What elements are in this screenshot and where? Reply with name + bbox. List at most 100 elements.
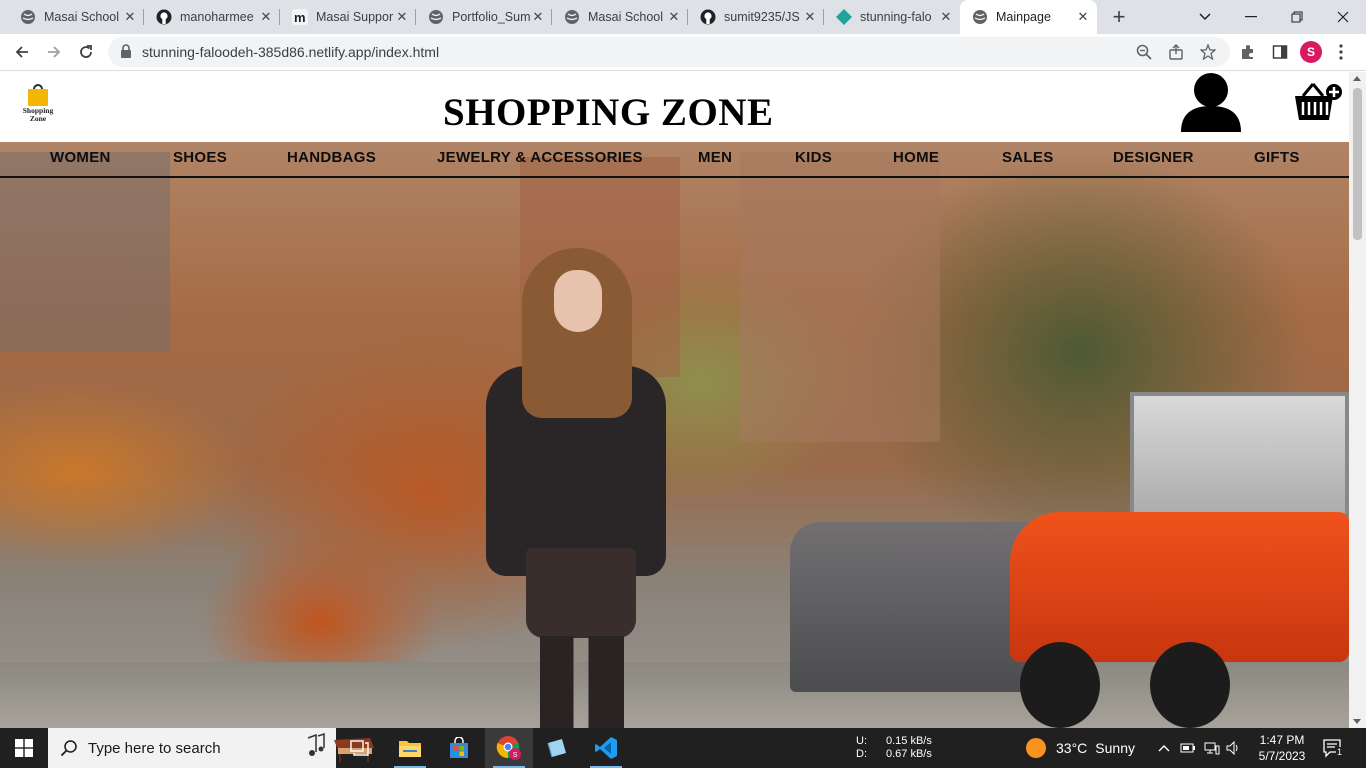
browser-toolbar: stunning-faloodeh-385d86.netlify.app/ind… (0, 34, 1366, 71)
browser-tab[interactable]: m Masai Suppor ✕ (280, 0, 416, 34)
minimize-button[interactable] (1228, 0, 1274, 34)
network-speed: U: 0.15 kB/s D: 0.67 kB/s (856, 735, 932, 761)
globe-icon (564, 9, 580, 25)
forward-button[interactable] (40, 38, 68, 66)
user-account-icon[interactable] (1180, 72, 1242, 132)
nav-item-kids[interactable]: KIDS (795, 149, 832, 166)
tab-title: Masai School (44, 10, 120, 24)
app-button[interactable] (533, 728, 581, 768)
notification-button[interactable]: 1 (1322, 738, 1344, 758)
browser-tab[interactable]: Masai School ✕ (8, 0, 144, 34)
close-window-button[interactable] (1320, 0, 1366, 34)
tab-title: Portfolio_Sum (452, 10, 530, 24)
close-icon (1337, 11, 1349, 23)
taskbar-search[interactable]: Type here to search (48, 728, 374, 768)
svg-text:S: S (513, 752, 518, 759)
nav-item-gifts[interactable]: GIFTS (1254, 149, 1300, 166)
bookmark-star-icon[interactable] (1198, 42, 1218, 62)
site-header: Shopping Zone SHOPPING ZONE (0, 72, 1349, 142)
close-icon[interactable]: ✕ (802, 9, 818, 25)
shopping-bag-icon (28, 84, 48, 106)
volume-icon[interactable] (1226, 740, 1242, 756)
search-icon (60, 740, 77, 757)
github-icon (156, 9, 172, 25)
store-bag-icon (450, 737, 468, 758)
new-tab-button[interactable]: + (1106, 4, 1132, 29)
nav-item-shoes[interactable]: SHOES (173, 149, 227, 166)
nav-item-handbags[interactable]: HANDBAGS (287, 149, 376, 166)
browser-tab[interactable]: sumit9235/JS ✕ (688, 0, 824, 34)
clock-date: 5/7/2023 (1258, 749, 1306, 763)
page-title: SHOPPING ZONE (443, 91, 774, 134)
page-viewport: Shopping Zone SHOPPING ZONE WOMEN SHOES … (0, 72, 1349, 728)
cart-add-icon[interactable] (1293, 82, 1345, 124)
task-view-icon (350, 740, 369, 756)
menu-kebab-icon[interactable] (1330, 41, 1352, 63)
weather-condition: Sunny (1095, 740, 1135, 756)
close-icon[interactable]: ✕ (258, 9, 274, 25)
profile-avatar[interactable]: S (1300, 41, 1322, 63)
close-icon[interactable]: ✕ (1075, 9, 1091, 25)
file-explorer-button[interactable] (386, 728, 434, 768)
tab-title: manoharmee (180, 10, 254, 24)
chrome-button[interactable]: S (485, 728, 533, 768)
download-speed: 0.67 kB/s (886, 748, 932, 760)
nav-item-designer[interactable]: DESIGNER (1113, 149, 1194, 166)
task-view-button[interactable] (336, 728, 384, 768)
tab-search-button[interactable] (1182, 0, 1228, 34)
tab-title: stunning-falo (860, 10, 932, 24)
nav-item-home[interactable]: HOME (893, 149, 939, 166)
nav-item-jewelry[interactable]: JEWELRY & ACCESSORIES (437, 149, 643, 166)
url-text[interactable]: stunning-faloodeh-385d86.netlify.app/ind… (142, 44, 439, 60)
start-button[interactable] (0, 728, 48, 768)
close-icon[interactable]: ✕ (938, 9, 954, 25)
upload-speed: 0.15 kB/s (886, 735, 932, 747)
search-placeholder: Type here to search (88, 739, 221, 757)
arrow-left-icon (15, 46, 28, 58)
browser-tab-active[interactable]: Mainpage ✕ (960, 0, 1097, 34)
share-icon[interactable] (1166, 42, 1186, 62)
close-icon[interactable]: ✕ (122, 9, 138, 25)
close-icon[interactable]: ✕ (530, 9, 546, 25)
browser-tab[interactable]: manoharmee ✕ (144, 0, 280, 34)
vscode-icon (595, 737, 617, 759)
tray-overflow-icon[interactable] (1156, 740, 1172, 756)
restore-button[interactable] (1274, 0, 1320, 34)
network-icon[interactable] (1204, 740, 1220, 756)
github-icon (700, 9, 716, 25)
tab-title: sumit9235/JS (724, 10, 800, 24)
nav-item-sales[interactable]: SALES (1002, 149, 1054, 166)
scroll-down-icon[interactable] (1353, 719, 1361, 724)
browser-tab[interactable]: Masai School ✕ (552, 0, 688, 34)
sun-icon (1026, 738, 1046, 758)
zoom-icon[interactable] (1134, 42, 1154, 62)
browser-tab[interactable]: Portfolio_Sum ✕ (416, 0, 552, 34)
browser-tab[interactable]: stunning-falo ✕ (824, 0, 960, 34)
weather-temp: 33°C (1056, 740, 1088, 756)
vscode-button[interactable] (582, 728, 630, 768)
address-bar[interactable]: stunning-faloodeh-385d86.netlify.app/ind… (108, 37, 1230, 67)
battery-icon[interactable] (1180, 740, 1196, 756)
scrollbar-thumb[interactable] (1353, 88, 1362, 240)
page-scrollbar[interactable] (1349, 72, 1366, 728)
scroll-up-icon[interactable] (1353, 76, 1361, 81)
weather-widget[interactable]: 33°C Sunny (1026, 728, 1135, 768)
masai-m-icon: m (292, 9, 308, 25)
side-panel-icon[interactable] (1269, 41, 1291, 63)
lock-icon[interactable] (120, 44, 132, 63)
nav-item-women[interactable]: WOMEN (50, 149, 111, 166)
arrow-right-icon (48, 46, 61, 58)
nav-item-men[interactable]: MEN (698, 149, 732, 166)
windows-taskbar: Type here to search S U: 0.15 kB/s D: 0.67… (0, 728, 1366, 768)
site-logo[interactable]: Shopping Zone (16, 84, 60, 130)
reload-button[interactable] (72, 38, 100, 66)
extensions-icon[interactable] (1237, 41, 1259, 63)
close-icon[interactable]: ✕ (666, 9, 682, 25)
close-icon[interactable]: ✕ (394, 9, 410, 25)
reload-icon (80, 45, 92, 58)
system-clock[interactable]: 1:47 PM 5/7/2023 (1253, 732, 1311, 764)
category-nav: WOMEN SHOES HANDBAGS JEWELRY & ACCESSORI… (0, 142, 1349, 178)
microsoft-store-button[interactable] (435, 728, 483, 768)
chevron-down-icon (1199, 13, 1211, 21)
back-button[interactable] (8, 38, 36, 66)
